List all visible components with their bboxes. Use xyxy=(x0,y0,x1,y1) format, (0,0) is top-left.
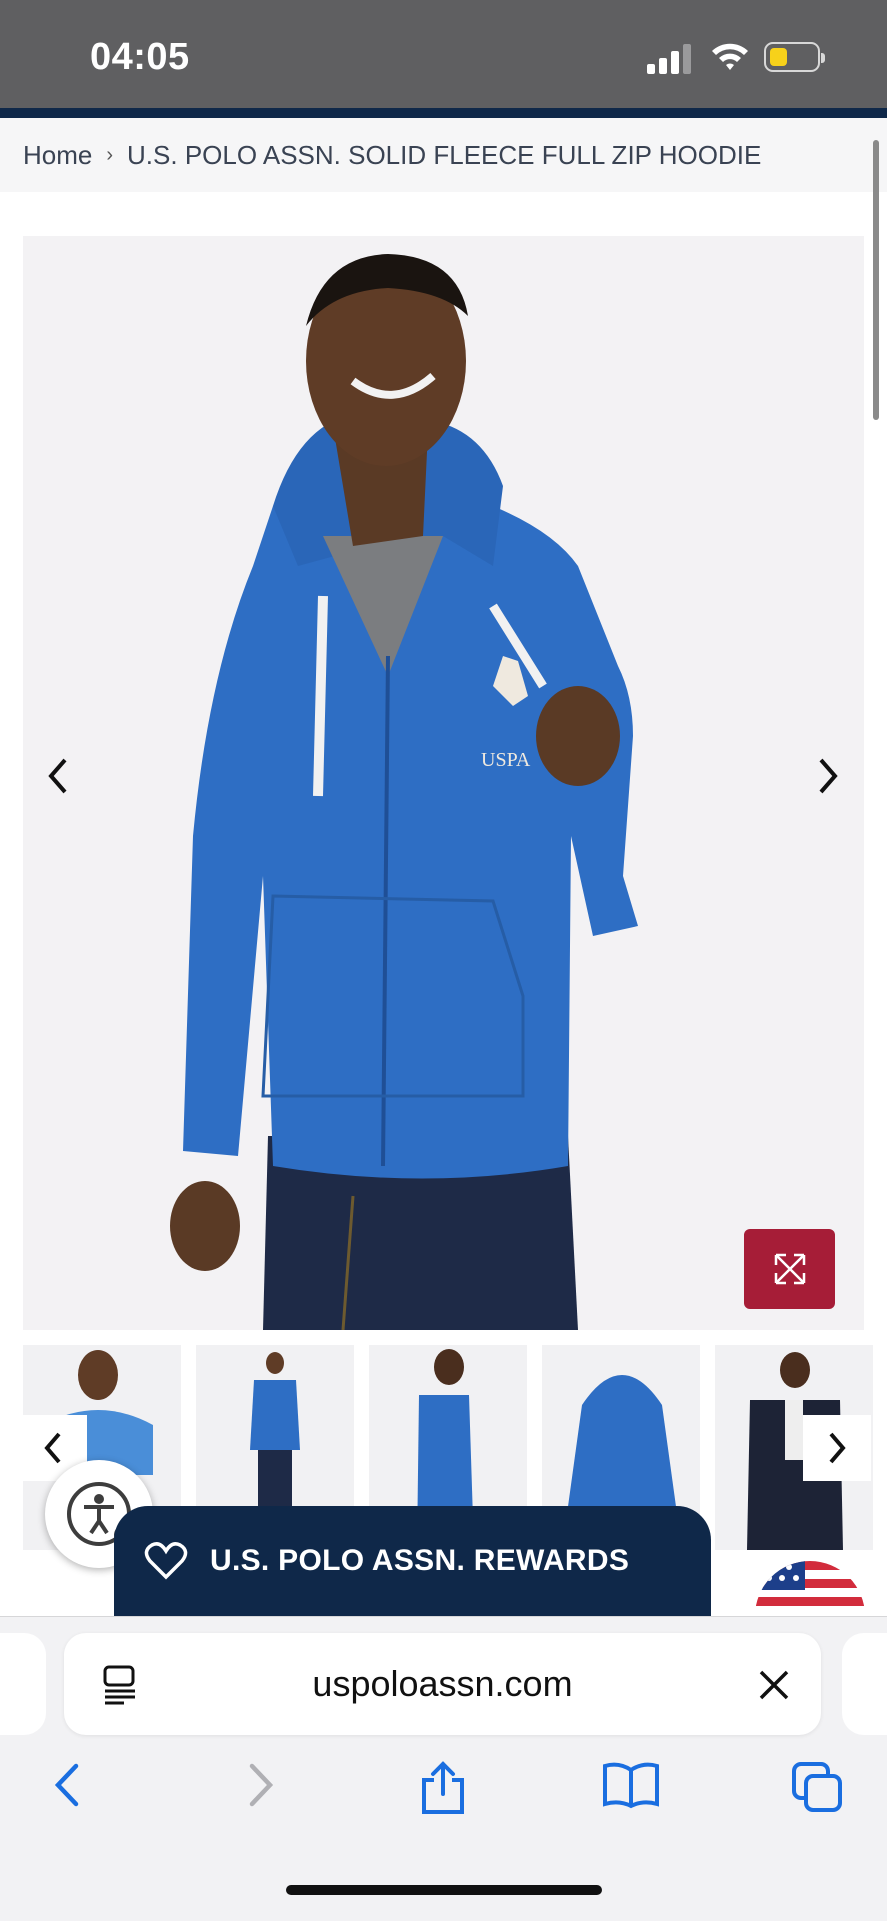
image-prev-arrow[interactable] xyxy=(43,756,73,803)
next-tab-pill[interactable] xyxy=(842,1633,887,1735)
back-icon[interactable] xyxy=(48,1760,88,1810)
signal-icon xyxy=(647,44,691,74)
rewards-label: U.S. POLO ASSN. REWARDS xyxy=(210,1544,630,1577)
tabs-icon[interactable] xyxy=(790,1760,846,1816)
share-icon[interactable] xyxy=(418,1760,468,1816)
address-bar[interactable]: uspoloassn.com xyxy=(64,1633,821,1735)
product-image[interactable]: USPA xyxy=(23,236,864,1330)
product-photo: USPA xyxy=(170,254,638,1330)
forward-icon[interactable] xyxy=(240,1760,280,1810)
battery-icon xyxy=(764,42,825,72)
thumbnail-next-arrow[interactable] xyxy=(803,1415,871,1481)
expand-icon xyxy=(774,1253,805,1285)
scroll-indicator[interactable] xyxy=(873,140,879,420)
breadcrumb: Home › U.S. POLO ASSN. SOLID FLEECE FULL… xyxy=(0,118,887,192)
close-icon[interactable] xyxy=(758,1669,790,1701)
chevron-right-icon xyxy=(829,1432,846,1464)
breadcrumb-separator: › xyxy=(106,143,114,166)
expand-image-button[interactable] xyxy=(744,1229,835,1309)
breadcrumb-current: U.S. POLO ASSN. SOLID FLEECE FULL ZIP HO… xyxy=(127,139,762,170)
heart-icon xyxy=(144,1542,188,1580)
home-indicator[interactable] xyxy=(286,1885,602,1895)
previous-tab-pill[interactable] xyxy=(0,1633,46,1735)
header-stripe xyxy=(0,108,887,118)
breadcrumb-home[interactable]: Home xyxy=(23,140,92,171)
bookmarks-icon[interactable] xyxy=(601,1760,661,1810)
url-text: uspoloassn.com xyxy=(312,1663,573,1704)
chevron-left-icon xyxy=(48,758,67,794)
rewards-banner[interactable]: U.S. POLO ASSN. REWARDS xyxy=(114,1506,711,1616)
flag-icon[interactable] xyxy=(755,1545,865,1616)
image-next-arrow[interactable] xyxy=(813,756,843,803)
status-bar: 04:05 xyxy=(0,0,887,108)
status-time: 04:05 xyxy=(90,36,190,78)
logo-text: USPA xyxy=(481,749,531,771)
wifi-icon xyxy=(712,43,748,70)
chevron-right-icon xyxy=(819,758,838,794)
chevron-left-icon xyxy=(44,1432,61,1464)
